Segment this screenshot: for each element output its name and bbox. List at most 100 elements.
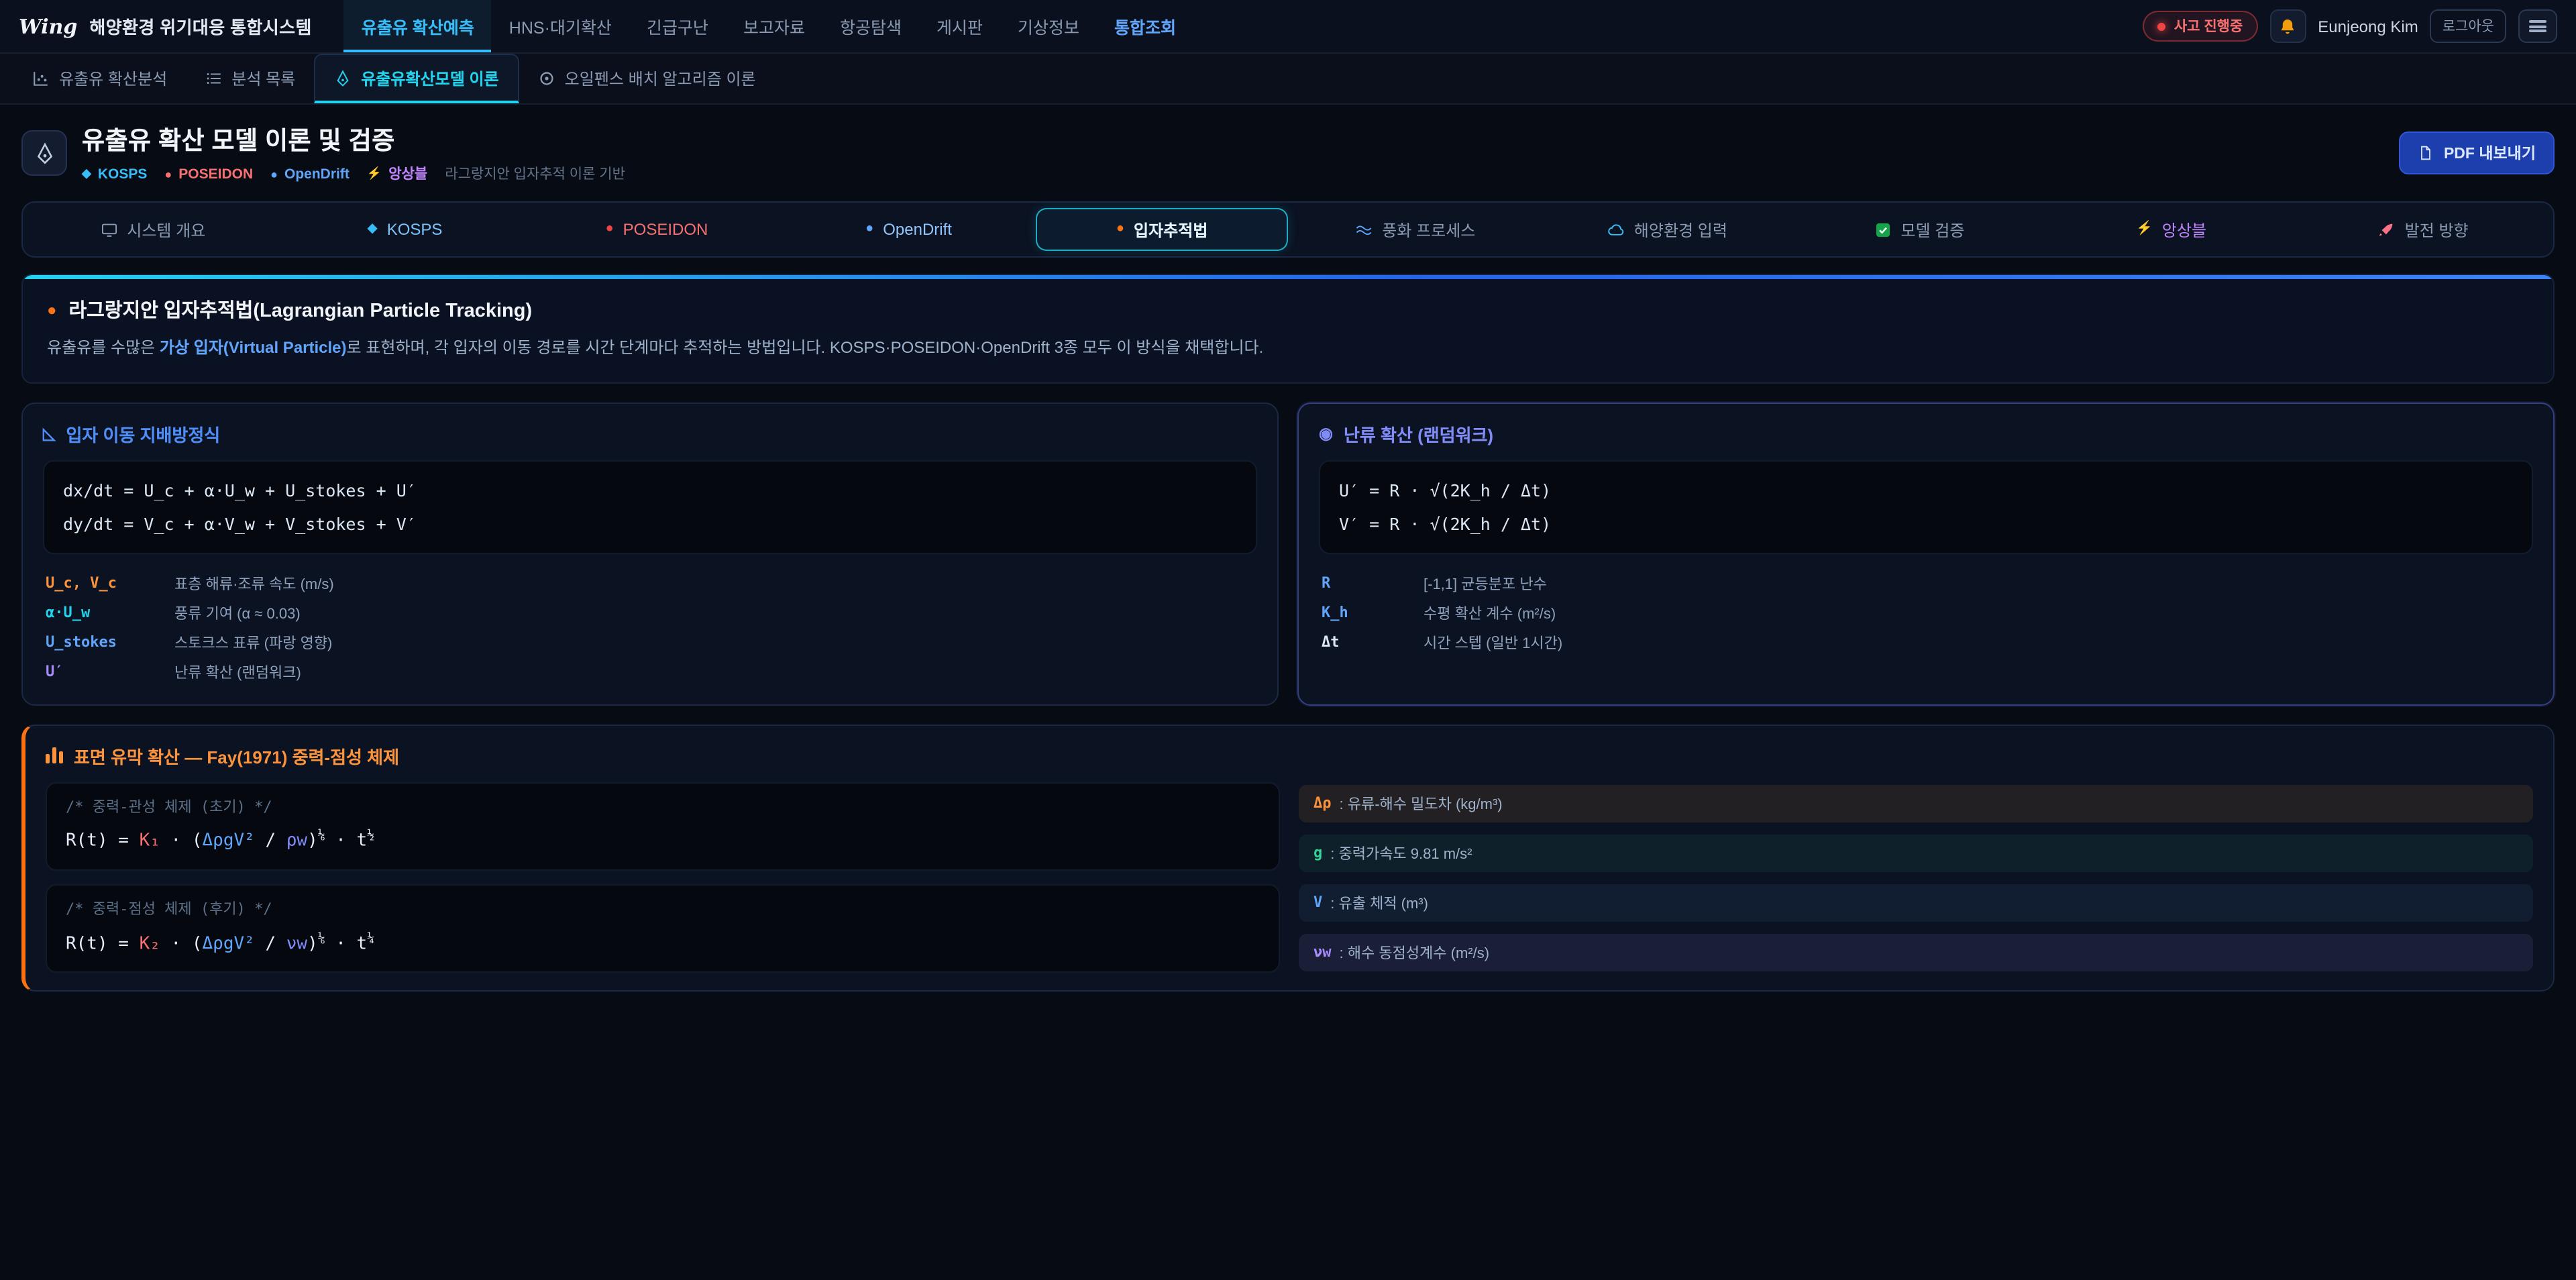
legend-desc: 스토크스 표류 (파랑 영향) bbox=[174, 632, 1254, 653]
nav-item-integrated-search[interactable]: 통합조회 bbox=[1097, 0, 1193, 52]
param-key: V bbox=[1313, 894, 1322, 912]
formula-text: ) bbox=[307, 934, 318, 954]
nav-item-reports[interactable]: 보고자료 bbox=[726, 0, 822, 52]
subnav-item-spill-analysis[interactable]: 유출유 확산분석 bbox=[13, 54, 186, 103]
desc-text: 로 표현하며, 각 입자의 이동 경로를 시간 단계마다 추적하는 방법입니다.… bbox=[347, 338, 1264, 357]
tab-kosps[interactable]: ◆ KOSPS bbox=[280, 208, 530, 251]
list-icon bbox=[205, 70, 222, 87]
diamond-icon: ◆ bbox=[82, 166, 91, 181]
app-logo: Wing bbox=[19, 14, 77, 38]
scatter-chart-icon bbox=[32, 70, 50, 87]
nav-item-hns-atmospheric[interactable]: HNS·대기확산 bbox=[492, 0, 629, 52]
nav-item-board[interactable]: 게시판 bbox=[919, 0, 1000, 52]
intro-title: 라그랑지안 입자추적법(Lagrangian Particle Tracking… bbox=[69, 295, 533, 323]
nav-item-label: 게시판 bbox=[936, 13, 983, 39]
intro-title-row: ● 라그랑지안 입자추적법(Lagrangian Particle Tracki… bbox=[47, 295, 2529, 323]
gravity-viscous-code-block: /* 중력-점성 체제 (후기) */ R(t) = K₂ · (ΔρgV² /… bbox=[46, 884, 1280, 973]
notifications-button[interactable] bbox=[2269, 9, 2306, 43]
nav-item-emergency-rescue[interactable]: 긴급구난 bbox=[629, 0, 726, 52]
pdf-export-button[interactable]: PDF 내보내기 bbox=[2400, 131, 2555, 174]
dot-icon: ● bbox=[164, 167, 172, 180]
incident-dot-icon bbox=[2158, 22, 2166, 30]
tab-label: POSEIDON bbox=[623, 220, 708, 239]
tab-model-validation[interactable]: 모델 검증 bbox=[1794, 208, 2044, 251]
tab-ensemble[interactable]: ⚡ 앙상블 bbox=[2047, 208, 2296, 251]
tab-opendrift[interactable]: ● OpenDrift bbox=[784, 208, 1034, 251]
nav-item-weather-info[interactable]: 기상정보 bbox=[1000, 0, 1097, 52]
code-line: dx/dt = U_c + α·U_w + U_stokes + U′ bbox=[63, 474, 1237, 507]
legend-key: K_h bbox=[1322, 604, 1424, 622]
formula-text: / bbox=[255, 832, 286, 852]
legend-desc: 표층 해류·조류 속도 (m/s) bbox=[174, 573, 1254, 594]
formula-text: · ( bbox=[160, 934, 203, 954]
card-title: 입자 이동 지배방정식 bbox=[66, 421, 220, 447]
orange-dot-icon: ● bbox=[47, 300, 57, 319]
formula-exponent: ⅙ bbox=[318, 932, 325, 945]
card-title-row: 표면 유막 확산 — Fay(1971) 중력-점성 체제 bbox=[46, 743, 2533, 769]
legend-row: U_c, V_c표층 해류·조류 속도 (m/s) bbox=[43, 569, 1257, 598]
tab-future-direction[interactable]: 발전 방향 bbox=[2298, 208, 2548, 251]
legend-desc: 수평 확산 계수 (m²/s) bbox=[1424, 602, 2530, 624]
formula-term: νw bbox=[286, 934, 307, 954]
legend-desc: 시간 스텝 (일반 1시간) bbox=[1424, 632, 2530, 653]
tab-particle-tracking[interactable]: ● 입자추적법 bbox=[1036, 208, 1288, 251]
formula-text: · t bbox=[325, 934, 368, 954]
subnav-item-oil-boom-theory[interactable]: 오일펜스 배치 알고리즘 이론 bbox=[519, 54, 775, 103]
card-title-row: ◺ 입자 이동 지배방정식 bbox=[43, 421, 1257, 447]
poseidon-badge: ●POSEIDON bbox=[164, 166, 253, 182]
card-title-row: ◉ 난류 확산 (랜덤워크) bbox=[1319, 421, 2533, 447]
tab-label: KOSPS bbox=[387, 220, 443, 239]
rocket-icon bbox=[2378, 221, 2396, 238]
formula-term: ΔρgV² bbox=[203, 934, 255, 954]
nav-item-label: HNS·대기확산 bbox=[509, 13, 612, 39]
badge-label: 앙상블 bbox=[388, 164, 427, 184]
wave-icon bbox=[1355, 221, 1373, 238]
page-header-text: 유출유 확산 모델 이론 및 검증 ◆KOSPS ●POSEIDON ●Open… bbox=[82, 122, 2385, 184]
tab-weathering-process[interactable]: 풍화 프로세스 bbox=[1291, 208, 1540, 251]
subnav-item-model-theory[interactable]: 유출유확산모델 이론 bbox=[314, 54, 519, 103]
ring-icon bbox=[538, 70, 555, 87]
opendrift-badge: ●OpenDrift bbox=[270, 166, 350, 182]
page-header: 유출유 확산 모델 이론 및 검증 ◆KOSPS ●POSEIDON ●Open… bbox=[0, 105, 2576, 196]
legend-key: α·U_w bbox=[46, 604, 174, 622]
subnav-item-analysis-list[interactable]: 분석 목록 bbox=[186, 54, 314, 103]
formula-term: ΔρgV² bbox=[203, 832, 255, 852]
hamburger-menu-button[interactable] bbox=[2518, 9, 2557, 43]
tab-label: 해양환경 입력 bbox=[1634, 218, 1727, 241]
formula-coefficient: K₁ bbox=[140, 832, 160, 852]
desc-highlight: 가상 입자(Virtual Particle) bbox=[160, 338, 347, 357]
tab-label: OpenDrift bbox=[883, 220, 952, 239]
equation-cards-row: ◺ 입자 이동 지배방정식 dx/dt = U_c + α·U_w + U_st… bbox=[21, 403, 2555, 706]
tab-label: 풍화 프로세스 bbox=[1382, 218, 1475, 241]
legend-row: R[-1,1] 균등분포 난수 bbox=[1319, 569, 2533, 598]
tab-label: 앙상블 bbox=[2162, 218, 2206, 241]
nav-item-aerial-search[interactable]: 항공탐색 bbox=[822, 0, 919, 52]
bolt-icon: ⚡ bbox=[367, 166, 382, 181]
tab-system-overview[interactable]: 시스템 개요 bbox=[28, 208, 278, 251]
legend-desc: 난류 확산 (랜덤워크) bbox=[174, 661, 1254, 683]
param-desc: : 해수 동점성계수 (m²/s) bbox=[1340, 942, 1490, 963]
logout-button[interactable]: 로그아웃 bbox=[2430, 9, 2506, 43]
fay-body: /* 중력-관성 체제 (초기) */ R(t) = K₁ · (ΔρgV² /… bbox=[46, 782, 2533, 973]
incident-badge-label: 사고 진행중 bbox=[2174, 16, 2243, 36]
pen-nib-icon bbox=[33, 142, 56, 164]
legend-key: U′ bbox=[46, 663, 174, 681]
file-icon bbox=[2418, 145, 2434, 161]
dot-icon: ● bbox=[270, 167, 278, 180]
topbar-right: 사고 진행중 Eunjeong Kim 로그아웃 bbox=[2143, 0, 2557, 52]
formula-coefficient: K₂ bbox=[140, 934, 160, 954]
formula-term: ρw bbox=[286, 832, 307, 852]
section-tab-bar: 시스템 개요 ◆ KOSPS ● POSEIDON ● OpenDrift ● … bbox=[21, 201, 2555, 258]
code-comment: /* 중력-관성 체제 (초기) */ bbox=[66, 796, 1260, 820]
tab-ocean-env-input[interactable]: 해양환경 입력 bbox=[1543, 208, 1792, 251]
card-title: 표면 유막 확산 — Fay(1971) 중력-점성 체제 bbox=[74, 743, 399, 769]
nav-item-oil-spill-forecast[interactable]: 유출유 확산예측 bbox=[344, 0, 492, 52]
code-line: dy/dt = V_c + α·V_w + V_stokes + V′ bbox=[63, 507, 1237, 541]
tab-poseidon[interactable]: ● POSEIDON bbox=[532, 208, 782, 251]
nav-item-label: 기상정보 bbox=[1018, 13, 1079, 39]
fay-params-column: Δρ: 유류-해수 밀도차 (kg/m³) g: 중력가속도 9.81 m/s²… bbox=[1299, 782, 2533, 973]
check-square-icon bbox=[1874, 221, 1891, 238]
param-key: νw bbox=[1313, 944, 1332, 961]
incident-status-badge[interactable]: 사고 진행중 bbox=[2143, 11, 2257, 42]
formula-line: R(t) = K₂ · (ΔρgV² / νw)⅙ · t¼ bbox=[66, 929, 1260, 959]
